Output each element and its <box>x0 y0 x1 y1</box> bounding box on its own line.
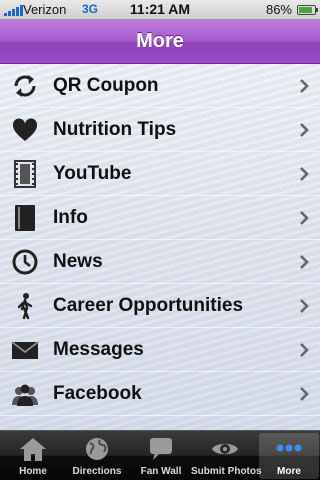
chevron-right-icon <box>300 123 309 137</box>
menu-item-info[interactable]: Info <box>0 196 320 240</box>
tab-more[interactable]: More <box>259 433 319 479</box>
tab-submit-photos[interactable]: Submit Photos <box>191 433 262 479</box>
page-title: More <box>136 30 184 52</box>
clock-icon <box>12 249 38 275</box>
more-dots-icon <box>276 444 302 452</box>
menu-item-youtube[interactable]: YouTube <box>0 152 320 196</box>
tab-label: More <box>277 466 301 477</box>
menu-item-label: YouTube <box>53 163 132 184</box>
tab-label: Home <box>19 466 47 477</box>
tab-label: Fan Wall <box>140 466 182 477</box>
tab-directions[interactable]: Directions <box>67 433 127 479</box>
menu-item-label: Messages <box>53 339 144 360</box>
speech-bubble-icon <box>150 438 172 460</box>
walking-person-icon <box>17 293 33 320</box>
menu-item-label: Info <box>53 207 88 228</box>
book-icon <box>15 205 35 231</box>
chevron-right-icon <box>300 255 309 269</box>
status-bar: Verizon 3G 11:21 AM 86% <box>0 0 320 20</box>
tab-label: Directions <box>72 466 122 477</box>
menu-item-partial[interactable] <box>0 416 320 430</box>
menu-item-label: Career Opportunities <box>53 295 244 316</box>
chevron-right-icon <box>300 79 309 93</box>
menu-item-career-opportunities[interactable]: Career Opportunities <box>0 284 320 328</box>
menu-item-messages[interactable]: Messages <box>0 328 320 372</box>
tab-label: Submit Photos <box>191 466 262 477</box>
refresh-icon <box>14 75 36 97</box>
menu-item-nutrition-tips[interactable]: Nutrition Tips <box>0 108 320 152</box>
menu-item-label: QR Coupon <box>53 75 159 96</box>
chevron-right-icon <box>300 167 309 181</box>
eye-icon <box>212 443 238 455</box>
heart-icon <box>12 118 38 141</box>
globe-icon <box>86 438 108 460</box>
tab-home[interactable]: Home <box>3 433 63 479</box>
chevron-right-icon <box>300 211 309 225</box>
battery-icon <box>297 5 318 15</box>
tab-bar: Home Directions Fan Wall Submit Photos M… <box>0 430 320 480</box>
menu-item-news[interactable]: News <box>0 240 320 284</box>
navigation-bar: More <box>0 20 320 64</box>
chevron-right-icon <box>300 343 309 357</box>
home-icon <box>20 438 46 461</box>
chevron-right-icon <box>300 387 309 401</box>
menu-item-label: Facebook <box>53 383 142 404</box>
menu-item-label: News <box>53 251 103 272</box>
battery-percent: 86% <box>265 2 292 17</box>
more-menu-list[interactable]: QR Coupon Nutrition Tips YouTube Info Ne… <box>0 64 320 430</box>
menu-item-qr-coupon[interactable]: QR Coupon <box>0 64 320 108</box>
people-icon <box>12 384 38 406</box>
chevron-right-icon <box>300 299 309 313</box>
film-icon <box>14 160 36 188</box>
envelope-icon <box>11 341 39 359</box>
tab-fan-wall[interactable]: Fan Wall <box>131 433 191 479</box>
menu-item-facebook[interactable]: Facebook <box>0 372 320 416</box>
menu-item-label: Nutrition Tips <box>53 119 177 140</box>
